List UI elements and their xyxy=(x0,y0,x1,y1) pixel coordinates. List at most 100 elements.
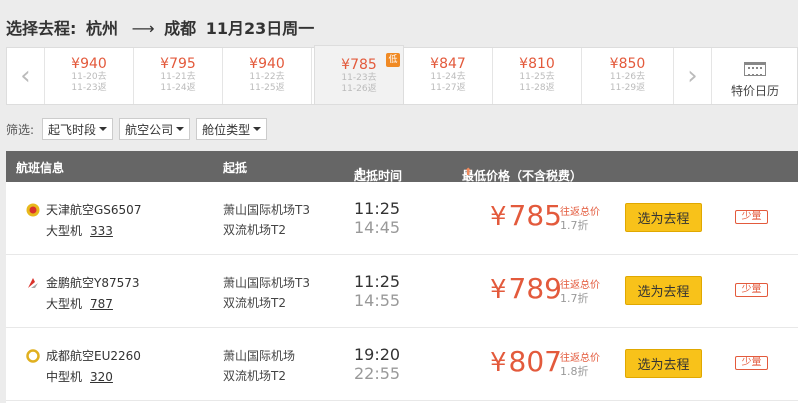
chevron-left-icon[interactable]: ‹ xyxy=(7,48,45,104)
date-go: 11-20去 xyxy=(71,72,107,82)
flight-price: ¥807 xyxy=(490,346,562,379)
few-seats-badge: 少量 xyxy=(735,283,768,297)
date-cell[interactable]: ¥810 11-25去 11-28返 xyxy=(493,48,582,104)
origin-city: 杭州 xyxy=(85,19,118,38)
arrival-time: 22:55 xyxy=(354,364,401,383)
date-cell[interactable]: ¥940 11-22去 11-25返 xyxy=(223,48,312,104)
title-prefix: 选择去程: xyxy=(6,19,77,38)
currency-symbol: ¥ xyxy=(490,202,507,232)
departure-time: 11:25 xyxy=(354,199,401,218)
arrival-time: 14:55 xyxy=(354,291,401,310)
date-price: ¥940 xyxy=(71,56,107,72)
tianjin-airlines-logo-icon xyxy=(26,203,40,217)
arrival-airport: 双流机场T2 xyxy=(223,223,286,237)
date-price: ¥850 xyxy=(609,56,646,72)
date-go: 11-25去 xyxy=(519,72,555,82)
currency-symbol: ¥ xyxy=(490,348,507,378)
filter-airline[interactable]: 航空公司 xyxy=(119,118,191,140)
aircraft-model-link[interactable]: 333 xyxy=(90,224,113,238)
chengdu-airlines-logo-icon xyxy=(26,349,40,363)
date-return: 11-26返 xyxy=(341,84,377,94)
calendar-label: 特价日历 xyxy=(730,84,779,98)
sort-up-icon: ⬆ xyxy=(464,167,473,178)
date-go: 11-21去 xyxy=(160,72,196,82)
date-price: ¥847 xyxy=(430,56,466,72)
destination-city: 成都 xyxy=(164,19,197,38)
date-return: 11-28返 xyxy=(519,83,555,93)
date-cell-selected[interactable]: ¥785 11-23去 11-26返 低 xyxy=(314,45,404,104)
flight-row: 金鹏航空Y87573 大型机 787 萧山国际机场T3 双流机场T2 11:25 … xyxy=(6,255,798,328)
caret-down-icon xyxy=(99,127,108,131)
price-value: 789 xyxy=(508,272,562,305)
aircraft-model-link[interactable]: 320 xyxy=(90,370,113,384)
airline-flight-no: 天津航空GS6507 xyxy=(46,203,142,217)
flight-price: ¥785 xyxy=(490,200,562,233)
filter-option-label: 航空公司 xyxy=(125,122,174,137)
jinpeng-airlines-logo-icon xyxy=(28,278,38,288)
caret-down-icon xyxy=(253,127,262,131)
departure-airport: 萧山国际机场T3 xyxy=(223,276,310,290)
price-value: 785 xyxy=(508,199,562,232)
chevron-right-icon[interactable]: › xyxy=(674,48,712,104)
date-cell[interactable]: ¥850 11-26去 11-29返 xyxy=(582,48,674,104)
sort-down-icon: ⬇ xyxy=(356,167,365,178)
roundtrip-label: 往返总价 xyxy=(560,207,600,218)
aircraft-model-link[interactable]: 787 xyxy=(90,297,113,311)
date-return: 11-29返 xyxy=(609,83,646,93)
date-cell[interactable]: ¥940 11-20去 11-23返 xyxy=(45,48,134,104)
flight-price: ¥789 xyxy=(490,273,562,306)
roundtrip-label: 往返总价 xyxy=(560,353,600,364)
departure-airport: 萧山国际机场T3 xyxy=(223,203,310,217)
date-price: ¥810 xyxy=(519,56,555,72)
date-return: 11-25返 xyxy=(249,83,285,93)
flight-list: 天津航空GS6507 大型机 333 萧山国际机场T3 双流机场T2 11:25 … xyxy=(6,182,798,403)
flight-row: 天津航空GS6507 大型机 333 萧山国际机场T3 双流机场T2 11:25 … xyxy=(6,182,798,255)
departure-time: 11:25 xyxy=(354,272,401,291)
discount: 1.7折 xyxy=(560,292,589,305)
filter-label: 筛选: xyxy=(6,122,35,137)
filter-option-label: 起飞时段 xyxy=(48,122,97,137)
date-cell[interactable]: ¥795 11-21去 11-24返 xyxy=(134,48,223,104)
select-outbound-button[interactable]: 选为去程 xyxy=(625,276,702,305)
date-go: 11-22去 xyxy=(249,72,285,82)
calendar-icon xyxy=(744,62,766,76)
aircraft-info: 大型机 333 xyxy=(46,222,113,239)
date-go: 11-23去 xyxy=(341,73,377,83)
aircraft-type: 大型机 xyxy=(46,297,83,311)
special-price-calendar[interactable]: 特价日历 xyxy=(712,48,798,104)
aircraft-type: 中型机 xyxy=(46,370,83,384)
currency-symbol: ¥ xyxy=(490,275,507,305)
few-seats-badge: 少量 xyxy=(735,356,768,370)
date-go: 11-26去 xyxy=(609,72,646,82)
filter-departure-time[interactable]: 起飞时段 xyxy=(42,118,114,140)
date-price: ¥940 xyxy=(249,56,285,72)
select-outbound-button[interactable]: 选为去程 xyxy=(625,203,702,232)
filter-bar: 筛选: 起飞时段 航空公司 舱位类型 xyxy=(6,118,273,140)
arrival-airport: 双流机场T2 xyxy=(223,369,286,383)
filter-cabin-class[interactable]: 舱位类型 xyxy=(196,118,268,140)
travel-date: 11月23日周一 xyxy=(205,19,315,38)
date-price: ¥795 xyxy=(160,56,196,72)
departure-airport: 萧山国际机场 xyxy=(223,349,296,363)
header-route: 起抵 xyxy=(223,161,248,175)
page-title: 选择去程: 杭州 ⟶ 成都 11月23日周一 xyxy=(6,15,318,39)
price-value: 807 xyxy=(508,345,562,378)
route-arrow: ⟶ xyxy=(131,19,155,38)
aircraft-info: 中型机 320 xyxy=(46,368,113,385)
aircraft-info: 大型机 787 xyxy=(46,295,113,312)
date-go: 11-24去 xyxy=(430,72,466,82)
airline-flight-no: 金鹏航空Y87573 xyxy=(46,276,140,290)
caret-down-icon xyxy=(176,127,185,131)
date-return: 11-24返 xyxy=(160,83,196,93)
airline-flight-no: 成都航空EU2260 xyxy=(46,349,141,363)
date-return: 11-23返 xyxy=(71,83,107,93)
discount: 1.8折 xyxy=(560,365,589,378)
lowest-price-badge: 低 xyxy=(386,53,400,67)
filter-option-label: 舱位类型 xyxy=(202,122,251,137)
date-cell[interactable]: ¥847 11-24去 11-27返 xyxy=(404,48,493,104)
select-outbound-button[interactable]: 选为去程 xyxy=(625,349,702,378)
roundtrip-label: 往返总价 xyxy=(560,280,600,291)
discount: 1.7折 xyxy=(560,219,589,232)
few-seats-badge: 少量 xyxy=(735,210,768,224)
arrival-time: 14:45 xyxy=(354,218,401,237)
